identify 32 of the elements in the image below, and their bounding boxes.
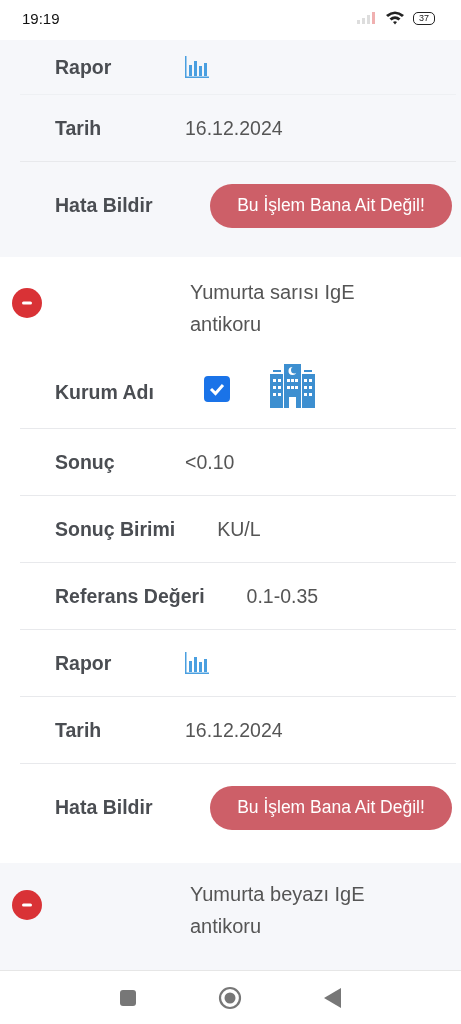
home-icon[interactable] xyxy=(217,985,242,1010)
report-error-button[interactable]: Bu İşlem Bana Ait Değil! xyxy=(210,183,452,228)
battery-icon: 37 xyxy=(413,11,435,25)
status-time: 19:19 xyxy=(22,9,60,27)
field-value: 16.12.2024 xyxy=(185,116,283,140)
recent-apps-icon[interactable] xyxy=(119,989,136,1006)
field-label: Kurum Adı xyxy=(55,381,155,404)
back-icon[interactable] xyxy=(323,987,342,1008)
field-label: Hata Bildir xyxy=(55,796,154,819)
report-error-button[interactable]: Bu İşlem Bana Ait Değil! xyxy=(210,785,452,830)
field-label: Tarih xyxy=(55,718,103,742)
field-label: Rapor xyxy=(55,651,113,675)
field-value: 0.1-0.35 xyxy=(246,584,319,608)
collapse-icon[interactable] xyxy=(12,890,42,920)
test-name: Yumurta sarısı IgE antikoru xyxy=(190,280,356,337)
signal-icon xyxy=(357,12,377,24)
field-label: Referans Değeri xyxy=(55,584,205,608)
field-label: Rapor xyxy=(55,55,113,79)
bar-chart-icon[interactable] xyxy=(185,56,209,78)
field-value: 16.12.2024 xyxy=(185,718,283,742)
test-name: Yumurta beyazı IgE antikoru xyxy=(190,882,366,939)
field-label: Sonuç Birimi xyxy=(55,517,176,541)
field-label: Hata Bildir xyxy=(55,194,154,217)
collapse-icon[interactable] xyxy=(12,288,42,318)
field-label: Tarih xyxy=(55,116,103,140)
hospital-building-icon xyxy=(270,363,315,408)
field-value: KU/L xyxy=(217,517,261,541)
field-value: <0.10 xyxy=(185,450,235,474)
checkbox[interactable] xyxy=(204,375,230,402)
bar-chart-icon[interactable] xyxy=(185,652,209,674)
field-label: Sonuç xyxy=(55,450,116,474)
wifi-icon xyxy=(385,10,405,26)
